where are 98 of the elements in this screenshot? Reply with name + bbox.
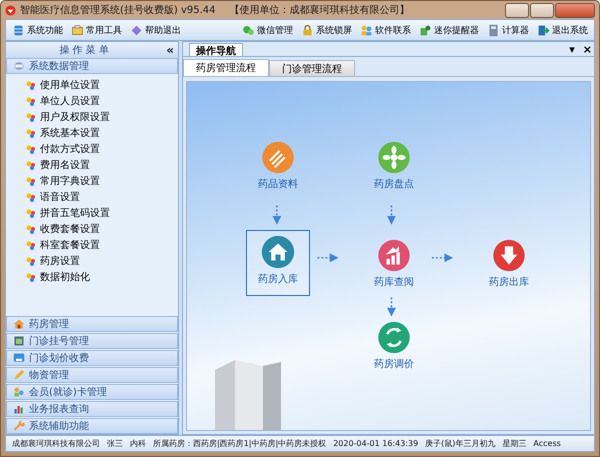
toolbar-icon bbox=[487, 24, 500, 36]
menu-item[interactable]: 常用字典设置 bbox=[26, 173, 178, 189]
flow-node-icon bbox=[261, 235, 295, 269]
flow-tab[interactable]: 门诊管理流程 bbox=[269, 60, 355, 76]
menu-group-icon bbox=[13, 420, 25, 432]
menu-item[interactable]: 语音设置 bbox=[26, 189, 178, 205]
status-text: 内科 bbox=[130, 438, 146, 449]
menu-item[interactable]: 付款方式设置 bbox=[26, 141, 178, 157]
menu-item[interactable]: 药房设置 bbox=[26, 253, 178, 269]
status-text: Access bbox=[533, 439, 561, 448]
menu-group-header[interactable]: 药房管理 bbox=[6, 316, 178, 332]
flow-node-icon bbox=[377, 239, 411, 272]
menu-group-header[interactable]: 门诊挂号管理 bbox=[6, 333, 178, 349]
flow-node[interactable]: 药库查阅 bbox=[362, 234, 426, 290]
menu-group-header[interactable]: 系统数据管理 bbox=[6, 58, 178, 74]
flow-arrow bbox=[387, 205, 396, 225]
collapse-button[interactable]: « bbox=[162, 43, 178, 57]
menu-item[interactable]: 单位人员设置 bbox=[26, 93, 178, 109]
close-tab-button[interactable]: × bbox=[580, 44, 594, 56]
menu-item-icon bbox=[26, 80, 36, 90]
toolbar-button[interactable]: 系统锁屏 bbox=[299, 22, 354, 38]
toolbar-button[interactable]: 常用工具 bbox=[69, 22, 124, 38]
toolbar-button[interactable]: 软件联系 bbox=[358, 22, 413, 38]
flow-arrow bbox=[317, 253, 339, 262]
menu-item-icon bbox=[26, 160, 36, 170]
menu-item[interactable]: 拼音五笔码设置 bbox=[26, 205, 178, 221]
flow-node-icon bbox=[377, 321, 411, 354]
toolbar-icon bbox=[360, 24, 373, 36]
toolbar-button[interactable]: 系统功能 bbox=[10, 22, 65, 38]
maximize-button[interactable] bbox=[530, 2, 554, 18]
flow-node[interactable]: 药房出库 bbox=[477, 234, 541, 290]
menu-group-header[interactable]: 系统辅助功能 bbox=[6, 418, 178, 434]
menu-group-header[interactable]: 物资管理 bbox=[6, 367, 178, 383]
toolbar-icon bbox=[130, 24, 143, 36]
flow-arrow bbox=[272, 205, 282, 225]
flow-node[interactable]: 药房入库 bbox=[246, 230, 310, 296]
menu-item-icon bbox=[26, 112, 36, 122]
toolbar-button[interactable]: 退出系统 bbox=[535, 22, 590, 38]
menu-group-icon bbox=[13, 403, 25, 415]
flow-arrow bbox=[432, 253, 454, 262]
flow-node-icon bbox=[377, 141, 411, 174]
menu-item[interactable]: 科室套餐设置 bbox=[26, 237, 178, 253]
toolbar-icon bbox=[537, 24, 550, 36]
menu-item[interactable]: 收费套餐设置 bbox=[26, 221, 178, 237]
menu-item[interactable]: 用户及权限设置 bbox=[26, 109, 178, 125]
status-text: 庚子(鼠)年三月初九 bbox=[425, 438, 496, 449]
menu-item[interactable]: 使用单位设置 bbox=[26, 77, 178, 93]
panel-tab[interactable]: 操作导航 bbox=[189, 43, 243, 56]
window-title: 智能医疗信息管理系统(挂号收费版) v95.44 bbox=[20, 4, 216, 17]
close-button[interactable] bbox=[555, 2, 595, 18]
database-icon bbox=[13, 60, 25, 72]
menu-group-header[interactable]: 业务报表查询 bbox=[6, 401, 178, 417]
flow-node-icon bbox=[492, 239, 526, 272]
toolbar-button[interactable]: 微信管理 bbox=[240, 22, 295, 38]
toolbar-icon bbox=[71, 24, 84, 36]
flow-node[interactable]: 药品资料 bbox=[246, 136, 310, 192]
menu-group-icon bbox=[13, 318, 25, 330]
toolbar-icon bbox=[301, 24, 314, 36]
menu-item-icon bbox=[26, 272, 36, 282]
status-text: 星期三 bbox=[502, 438, 526, 449]
menu-item-icon bbox=[26, 192, 36, 202]
status-text: 2020-04-01 16:43:39 bbox=[333, 439, 418, 448]
flow-node-icon bbox=[261, 141, 295, 174]
flow-arrow bbox=[387, 297, 396, 317]
menu-group-icon bbox=[13, 369, 25, 381]
menu-item-icon bbox=[26, 128, 36, 138]
status-text: 成都襄珂琪科技有限公司 bbox=[12, 438, 100, 449]
menu-item-icon bbox=[26, 208, 36, 218]
menu-item-icon bbox=[26, 96, 36, 106]
menu-item-icon bbox=[26, 176, 36, 186]
menu-group-icon bbox=[13, 386, 25, 398]
menu-item-icon bbox=[26, 224, 36, 234]
dropdown-button[interactable]: ▾ bbox=[567, 44, 577, 56]
menu-group-icon bbox=[13, 352, 25, 364]
menu-group-header[interactable]: 门诊划价收费 bbox=[6, 350, 178, 366]
toolbar-icon bbox=[242, 24, 255, 36]
menu-item[interactable]: 系统基本设置 bbox=[26, 125, 178, 141]
app-icon bbox=[5, 4, 16, 16]
menu-group-header[interactable]: 会员(就诊)卡管理 bbox=[6, 384, 178, 400]
menu-item[interactable]: 数据初始化 bbox=[26, 269, 178, 285]
menu-group-icon bbox=[13, 335, 25, 347]
flow-node[interactable]: 药房盘点 bbox=[362, 136, 426, 192]
menu-item-icon bbox=[26, 256, 36, 266]
minimize-button[interactable] bbox=[505, 2, 529, 18]
menu-title: 操 作 菜 单 bbox=[58, 44, 110, 57]
status-text: 张三 bbox=[107, 438, 123, 449]
toolbar-button[interactable]: 迷你提醒器 bbox=[417, 22, 481, 38]
toolbar-button[interactable]: 帮助退出 bbox=[128, 22, 183, 38]
menu-item[interactable]: 费用名设置 bbox=[26, 157, 178, 173]
toolbar-icon bbox=[12, 24, 25, 36]
user-unit-label: 【使用单位：成都襄珂琪科技有限公司】 bbox=[230, 4, 410, 17]
flow-tab[interactable]: 药房管理流程 bbox=[183, 59, 269, 76]
toolbar-button[interactable]: 计算器 bbox=[485, 22, 531, 38]
status-text: 所属药房：西药房|西药房1|中药房|中药房未授权 bbox=[153, 438, 326, 449]
menu-item-icon bbox=[26, 144, 36, 154]
flow-node[interactable]: 药房调价 bbox=[362, 316, 426, 372]
menu-item-icon bbox=[26, 240, 36, 250]
toolbar-icon bbox=[419, 24, 432, 36]
